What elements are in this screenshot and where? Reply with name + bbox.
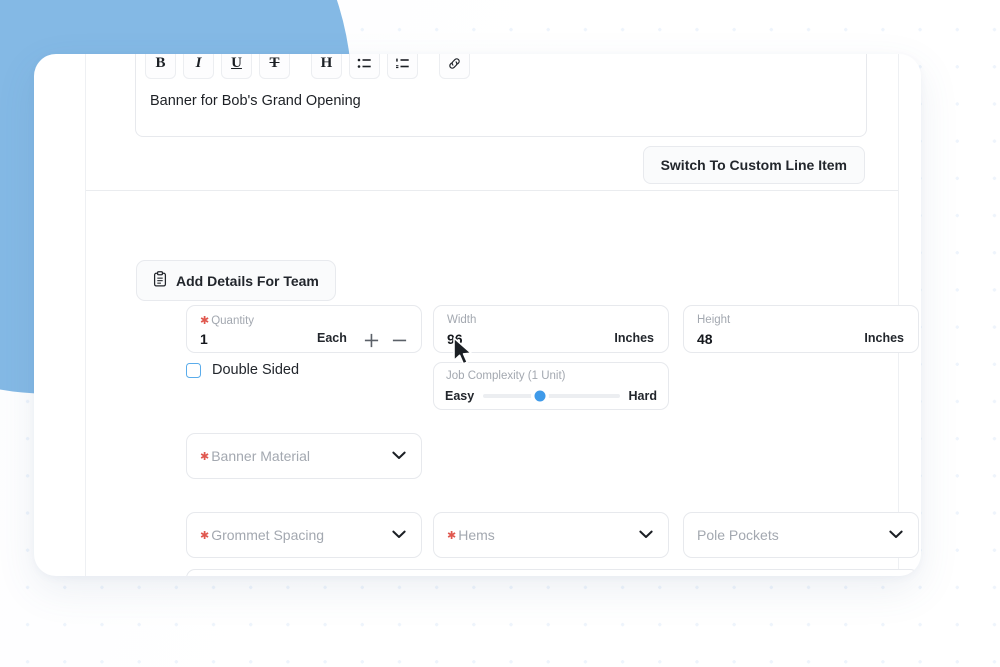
italic-icon[interactable]: I <box>183 54 214 79</box>
bold-icon[interactable]: B <box>145 54 176 79</box>
quantity-unit: Each <box>317 331 347 345</box>
heading-icon[interactable]: H <box>311 54 342 79</box>
clipboard-icon <box>153 271 167 290</box>
height-field[interactable]: Height 48 Inches <box>683 305 919 353</box>
quantity-label: ✱ Quantity <box>200 314 254 327</box>
quantity-stepper <box>357 328 413 352</box>
job-complexity-label: Job Complexity (1 Unit) <box>446 370 566 382</box>
quantity-value[interactable]: 1 <box>200 331 208 347</box>
notes-field[interactable]: Notes <box>186 569 919 576</box>
link-icon[interactable] <box>439 54 470 79</box>
hems-select[interactable]: ✱ Hems <box>433 512 669 558</box>
double-sided-label: Double Sided <box>212 362 300 378</box>
numbered-list-icon[interactable] <box>387 54 418 79</box>
slider-max-label: Hard <box>628 389 657 403</box>
plus-icon[interactable] <box>357 328 385 352</box>
height-unit: Inches <box>864 331 904 345</box>
required-asterisk: ✱ <box>200 315 210 327</box>
add-details-for-team-button[interactable]: Add Details For Team <box>136 260 336 301</box>
pole-pockets-select[interactable]: Pole Pockets <box>683 512 919 558</box>
strikethrough-glyph: T <box>269 55 280 71</box>
line-item-form: Add Details For Team ✱ Quantity 1 Each W… <box>86 191 919 576</box>
minus-icon[interactable] <box>385 328 413 352</box>
line-item-panel: B I U T H Banner for Bob's Grand Opening… <box>85 54 919 576</box>
quantity-label-text: Quantity <box>211 315 255 327</box>
switch-row: Switch To Custom Line Item <box>86 146 898 184</box>
switch-to-custom-line-item-button[interactable]: Switch To Custom Line Item <box>642 146 865 184</box>
heading-glyph: H <box>320 55 333 71</box>
width-label: Width <box>447 314 477 326</box>
height-label: Height <box>697 314 731 326</box>
banner-material-select[interactable]: ✱ Banner Material <box>186 433 422 479</box>
grommet-spacing-value: ✱ Grommet Spacing <box>200 527 324 543</box>
required-asterisk: ✱ <box>200 450 210 463</box>
description-editor[interactable]: B I U T H Banner for Bob's Grand Opening <box>135 54 867 137</box>
banner-material-value: ✱ Banner Material <box>200 448 310 464</box>
height-value[interactable]: 48 <box>697 331 713 347</box>
width-value[interactable]: 96 <box>447 331 463 347</box>
hems-label: Hems <box>458 527 495 543</box>
editor-toolbar: B I U T H <box>136 54 866 79</box>
required-asterisk: ✱ <box>447 529 457 542</box>
italic-glyph: I <box>195 55 202 71</box>
line-item-card: B I U T H Banner for Bob's Grand Opening… <box>34 54 921 576</box>
bold-glyph: B <box>155 55 166 71</box>
double-sided-checkbox[interactable]: Double Sided <box>186 362 299 378</box>
grommet-spacing-label: Grommet Spacing <box>211 527 325 543</box>
screen: B I U T H Banner for Bob's Grand Opening… <box>0 0 1000 667</box>
strikethrough-icon[interactable]: T <box>259 54 290 79</box>
quantity-field[interactable]: ✱ Quantity 1 Each <box>186 305 422 353</box>
slider-track[interactable] <box>483 390 620 402</box>
chevron-down-icon[interactable] <box>639 526 653 544</box>
editor-content[interactable]: Banner for Bob's Grand Opening <box>136 79 866 109</box>
width-field[interactable]: Width 96 Inches <box>433 305 669 353</box>
banner-material-label: Banner Material <box>211 448 311 464</box>
slider-thumb[interactable] <box>534 390 546 402</box>
job-complexity-slider[interactable]: Job Complexity (1 Unit) Easy Hard <box>433 362 669 410</box>
required-asterisk: ✱ <box>200 529 210 542</box>
chevron-down-icon[interactable] <box>392 447 406 465</box>
checkbox-box[interactable] <box>186 362 201 378</box>
grommet-spacing-select[interactable]: ✱ Grommet Spacing <box>186 512 422 558</box>
chevron-down-icon[interactable] <box>889 526 903 544</box>
underline-glyph: U <box>231 55 242 71</box>
underline-icon[interactable]: U <box>221 54 252 79</box>
slider-min-label: Easy <box>445 389 475 403</box>
add-details-label: Add Details For Team <box>176 272 319 289</box>
slider-row: Easy Hard <box>445 389 657 403</box>
width-unit: Inches <box>614 331 654 345</box>
chevron-down-icon[interactable] <box>392 526 406 544</box>
bulleted-list-icon[interactable] <box>349 54 380 79</box>
pole-pockets-value: Pole Pockets <box>697 527 779 543</box>
hems-value: ✱ Hems <box>447 527 495 543</box>
